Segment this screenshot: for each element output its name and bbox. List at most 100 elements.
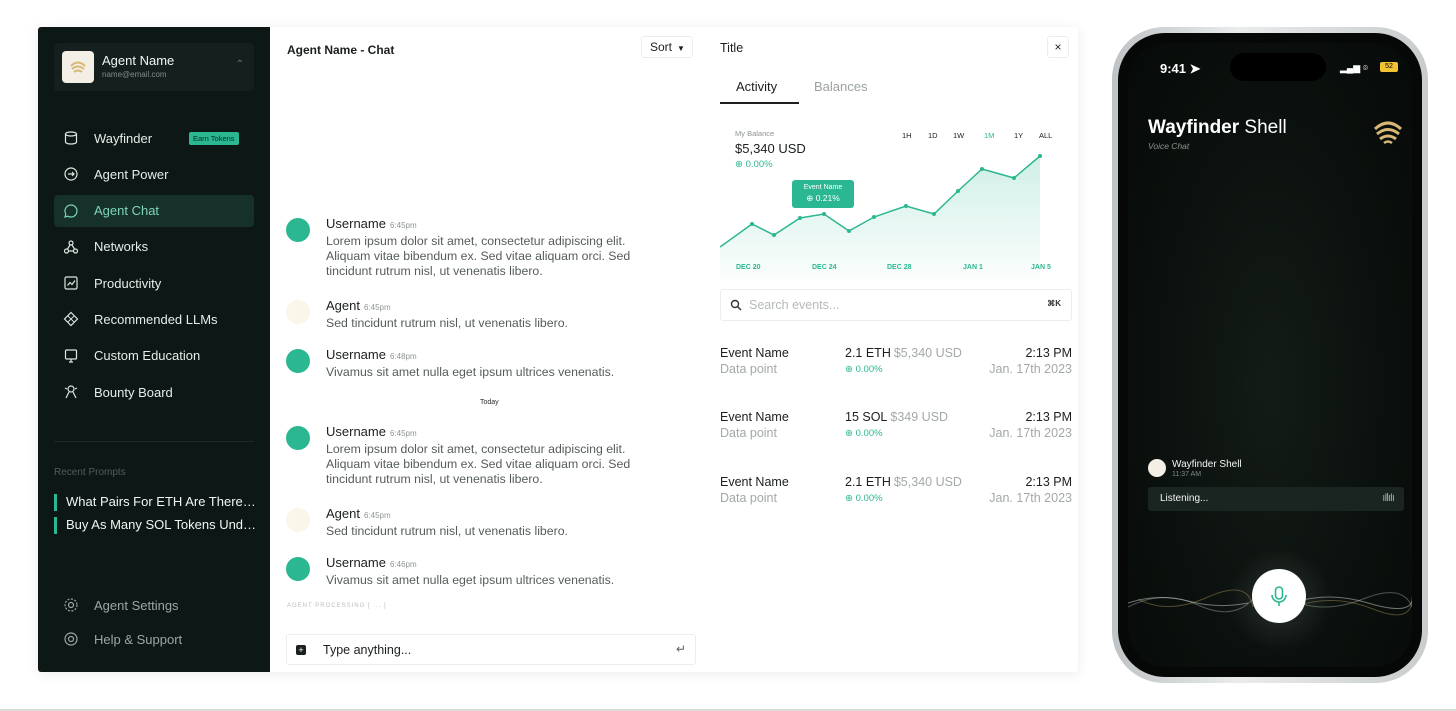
title-bold: Wayfinder <box>1148 117 1240 138</box>
sidebar-item-wayfinder[interactable]: Wayfinder Earn Tokens <box>54 122 254 154</box>
event-row[interactable]: Event Name Data point 2.1 ETH $5,340 USD … <box>720 475 1072 511</box>
microphone-icon <box>1271 586 1287 606</box>
event-date: Jan. 17th 2023 <box>989 491 1072 505</box>
help-lifebuoy-icon <box>64 632 78 646</box>
agent-settings-link[interactable]: Agent Settings <box>54 594 254 616</box>
sort-dropdown[interactable]: Sort ▼ <box>641 36 693 58</box>
signal-wifi-icons: ▂▄▆ ⌾ <box>1340 63 1369 73</box>
close-button[interactable]: × <box>1047 36 1069 58</box>
plus-icon[interactable]: + <box>296 645 306 655</box>
event-search[interactable]: ⌘K <box>720 289 1072 321</box>
agent-avatar <box>286 300 310 324</box>
event-amount: 2.1 ETH <box>845 475 891 489</box>
sidebar-item-custom-education[interactable]: Custom Education <box>54 340 254 372</box>
chat-panel: Agent Name - Chat Sort ▼ Username 6:45pm L… <box>270 27 702 672</box>
timeframe-1h[interactable]: 1H <box>902 131 912 140</box>
tab-activity[interactable]: Activity <box>736 79 777 94</box>
activity-panel: Title × Activity Balances My Balance $5,… <box>702 27 1078 672</box>
chart-point <box>750 222 754 226</box>
event-change: ⊕ 0.00% <box>845 493 883 504</box>
wayfinder-logo-icon <box>70 61 86 73</box>
event-subtitle: Data point <box>720 362 777 376</box>
chevron-down-icon: ▼ <box>677 44 685 53</box>
sidebar-item-label: Networks <box>94 239 149 255</box>
event-time: 2:13 PM <box>1025 475 1072 489</box>
event-usd: $5,340 USD <box>893 346 962 360</box>
user-avatar <box>286 426 310 450</box>
chart-point <box>822 212 826 216</box>
panel-title: Title <box>720 41 744 55</box>
sidebar-item-agent-power[interactable]: Agent Power <box>54 158 254 190</box>
agent-settings-label: Agent Settings <box>94 597 179 613</box>
x-axis-label: DEC 24 <box>812 264 837 271</box>
sidebar-item-label: Bounty Board <box>94 384 173 400</box>
sidebar: Agent Name name@email.com ⌃ Wayfinder Ea… <box>38 27 270 672</box>
enter-icon[interactable]: ↵ <box>676 642 686 656</box>
tooltip-value: ⊕ 0.21% <box>806 193 840 203</box>
chart-point <box>1038 154 1042 158</box>
event-name: Event Name <box>720 410 789 424</box>
monitor-icon <box>64 349 78 363</box>
event-change: ⊕ 0.00% <box>845 364 883 375</box>
agent-processing-indicator: AGENT PROCESSING [ ... ] <box>287 603 387 609</box>
sidebar-item-label: Wayfinder <box>94 130 153 146</box>
sidebar-item-label: Recommended LLMs <box>94 311 218 327</box>
sidebar-item-agent-chat[interactable]: Agent Chat <box>54 194 254 227</box>
chat-message-input[interactable] <box>323 641 653 659</box>
user-avatar <box>286 557 310 581</box>
search-input[interactable] <box>749 296 1029 314</box>
event-change-value: 0.00% <box>855 428 883 439</box>
tab-balances[interactable]: Balances <box>814 79 867 94</box>
sidebar-item-networks[interactable]: Networks <box>54 231 254 263</box>
phone-bezel: 9:41 ➤ ▂▄▆ ⌾ 52 Wayfinder Shell Voice Ch… <box>1118 33 1422 677</box>
message-text: Sed tincidunt rutrum nisl, ut venenatis … <box>326 524 568 538</box>
sidebar-item-productivity[interactable]: Productivity <box>54 267 254 299</box>
battery-icon: 52 <box>1380 62 1398 72</box>
message-time: 6:45pm <box>389 429 417 438</box>
dynamic-island <box>1230 53 1326 81</box>
balance-change: ⊕ 0.00% <box>735 159 773 170</box>
chart-tooltip: Event Name ⊕ 0.21% <box>792 180 854 208</box>
keyboard-shortcut: ⌘K <box>1047 299 1061 308</box>
recent-prompt-item[interactable]: Buy As Many SOL Tokens Under $50 <box>54 517 259 534</box>
voice-sender-name: Wayfinder Shell <box>1172 459 1242 470</box>
message-text: Vivamus sit amet nulla eget ipsum ultric… <box>326 365 615 379</box>
tooltip-label: Event Name <box>803 184 843 191</box>
event-change-value: 0.00% <box>855 493 883 504</box>
network-icon <box>63 240 79 254</box>
microphone-button[interactable] <box>1252 569 1306 623</box>
message-time: 6:46pm <box>389 560 417 569</box>
chat-bubble-icon <box>64 203 78 218</box>
balance-label: My Balance <box>735 129 775 138</box>
timeframe-all[interactable]: ALL <box>1039 131 1052 140</box>
timeframe-1y[interactable]: 1Y <box>1014 131 1023 140</box>
voice-app-subtitle: Voice Chat <box>1148 141 1190 151</box>
user-avatar <box>286 218 310 242</box>
event-subtitle: Data point <box>720 491 777 505</box>
event-row[interactable]: Event Name Data point 15 SOL $349 USD ⊕ 0… <box>720 410 1072 446</box>
chart-point <box>980 167 984 171</box>
sort-label: Sort <box>650 40 673 54</box>
recent-prompt-item[interactable]: What Pairs For ETH Are There Currently <box>54 494 259 511</box>
event-subtitle: Data point <box>720 426 777 440</box>
earn-tokens-badge: Earn Tokens <box>189 132 239 145</box>
sidebar-item-recommended-llms[interactable]: Recommended LLMs <box>54 303 254 335</box>
event-name: Event Name <box>720 346 789 360</box>
timeframe-1w[interactable]: 1W <box>953 131 964 140</box>
message-time: 6:45pm <box>363 511 391 520</box>
chat-input-box[interactable]: + ↵ <box>286 634 696 665</box>
chevron-updown-icon: ⌃ <box>235 59 244 70</box>
balance-value: $5,340 USD <box>735 141 806 156</box>
timeframe-1m[interactable]: 1M <box>984 131 994 140</box>
help-support-link[interactable]: Help & Support <box>54 628 254 650</box>
profile-email: name@email.com <box>102 70 167 79</box>
timeframe-1d[interactable]: 1D <box>928 131 938 140</box>
event-row[interactable]: Event Name Data point 2.1 ETH $5,340 USD … <box>720 346 1072 382</box>
balance-change-value: 0.00% <box>745 159 773 170</box>
profile-switcher[interactable]: Agent Name name@email.com ⌃ <box>54 43 254 91</box>
event-amount: 15 SOL <box>845 410 888 424</box>
message-time: 6:45pm <box>389 221 417 230</box>
profile-name: Agent Name <box>102 53 175 68</box>
sidebar-item-bounty-board[interactable]: Bounty Board <box>54 376 254 408</box>
status-time-text: 9:41 <box>1160 61 1187 76</box>
